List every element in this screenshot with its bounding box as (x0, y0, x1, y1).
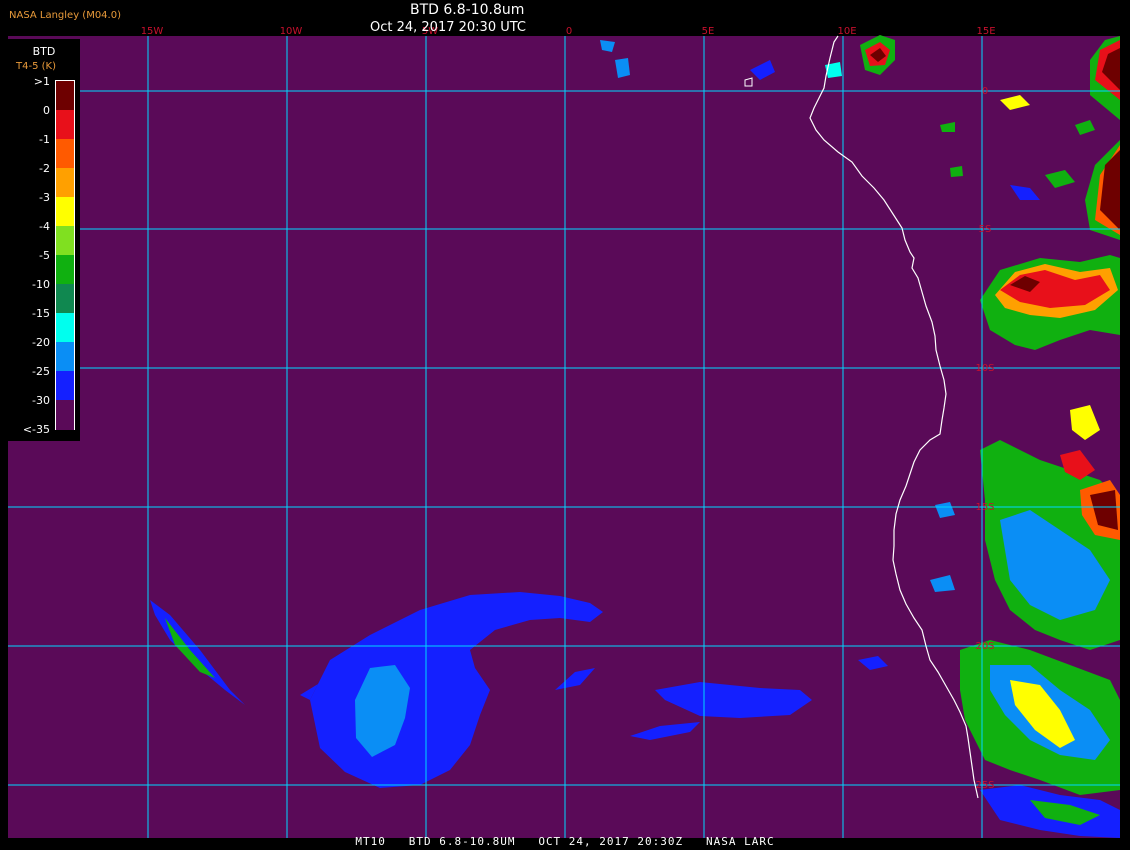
legend-swatch (56, 255, 74, 285)
legend-tick-label: -10 (32, 278, 50, 291)
longitude-label: 0 (566, 26, 572, 37)
legend-swatch (56, 139, 74, 169)
legend-swatch (56, 110, 74, 140)
legend-swatch (56, 226, 74, 256)
credit-label: NASA Langley (M04.0) (9, 10, 121, 21)
legend-colorbar (55, 80, 75, 430)
legend-tick-label: <-35 (22, 423, 50, 436)
legend-tick-label: -20 (32, 336, 50, 349)
map-background (8, 36, 1120, 838)
longitude-label: 10W (280, 26, 303, 37)
legend-tick-label: -4 (39, 220, 50, 233)
legend-swatch (56, 400, 74, 430)
legend-title: BTD (32, 45, 56, 58)
latitude-label: 0 (982, 86, 988, 97)
footer-caption: MT10 BTD 6.8-10.8UM OCT 24, 2017 20:30Z … (355, 835, 775, 848)
legend-swatch (56, 284, 74, 314)
legend-swatch (56, 313, 74, 343)
legend-tick-label: -15 (32, 307, 50, 320)
legend-tick-label: -25 (32, 365, 50, 378)
legend-swatch (56, 81, 74, 111)
legend-swatch (56, 342, 74, 372)
legend-tick-label: -3 (39, 191, 50, 204)
product-datetime: Oct 24, 2017 20:30 UTC (370, 20, 526, 35)
longitude-label: 10E (837, 26, 856, 37)
latitude-label: 15S (975, 502, 994, 513)
latitude-label: 5S (979, 224, 992, 235)
legend-swatch (56, 371, 74, 401)
product-title: BTD 6.8-10.8um (410, 2, 525, 18)
longitude-label: 15W (141, 26, 164, 37)
latitude-label: 20S (975, 641, 994, 652)
legend-unit: T4-5 (K) (16, 61, 56, 72)
legend-tick-label: -5 (39, 249, 50, 262)
legend-tick-label: -1 (39, 133, 50, 146)
legend-tick-label: 0 (43, 104, 50, 117)
legend-swatch (56, 197, 74, 227)
legend-tick-label: -2 (39, 162, 50, 175)
longitude-label: 15E (976, 26, 995, 37)
legend-tick-label: -30 (32, 394, 50, 407)
longitude-label: 5E (702, 26, 715, 37)
color-legend: BTD T4-5 (K) >1 0 -1 -2 -3 -4 -5 -10 -15 -20 -25 -3… (8, 39, 80, 441)
latitude-label: 25S (975, 780, 994, 791)
legend-swatch (56, 168, 74, 198)
latitude-label: 10S (975, 363, 994, 374)
satellite-map: 15W 10W 5W 0 5E 10E 15E 05S10S15S20S25S (0, 0, 1130, 850)
legend-tick-label: >1 (33, 75, 50, 88)
